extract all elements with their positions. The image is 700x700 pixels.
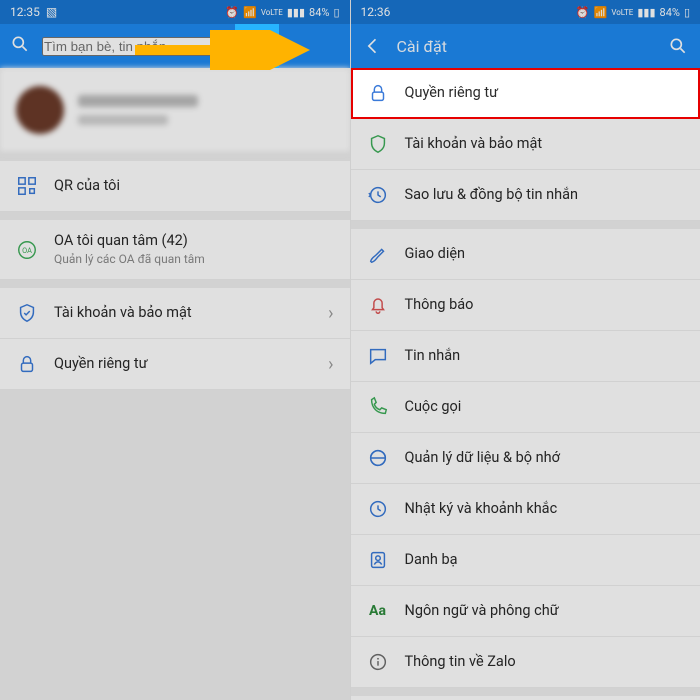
row-diary[interactable]: Nhật ký và khoảnh khắc: [351, 484, 700, 535]
row-data[interactable]: Quản lý dữ liệu & bộ nhớ: [351, 433, 700, 484]
phone-icon: [367, 396, 389, 418]
row-oa[interactable]: OA OA tôi quan tâm (42) Quản lý các OA đ…: [0, 220, 350, 280]
row-label: Tin nhắn: [405, 347, 685, 365]
brush-icon: [367, 243, 389, 265]
row-label: Tài khoản và bảo mật: [54, 304, 312, 322]
chevron-right-icon: ›: [328, 303, 333, 324]
qr-icon: [16, 175, 38, 197]
row-sublabel: Quản lý các OA đã quan tâm: [54, 252, 334, 267]
signal-icon: ▮▮▮: [637, 6, 655, 19]
row-label: OA tôi quan tâm (42): [54, 232, 334, 250]
volte-label: VoLTE: [261, 8, 283, 17]
font-icon: Aa: [367, 600, 389, 622]
row-label: Nhật ký và khoảnh khắc: [405, 500, 685, 518]
search-icon: [10, 34, 30, 58]
profile-name: [78, 95, 198, 107]
row-about[interactable]: Thông tin về Zalo: [351, 637, 700, 688]
row-label: Sao lưu & đồng bộ tin nhắn: [405, 186, 685, 204]
settings-button[interactable]: [235, 24, 279, 68]
row-privacy[interactable]: Quyền riêng tư: [351, 68, 700, 119]
page-title: Cài đặt: [397, 37, 655, 56]
row-notify[interactable]: Thông báo: [351, 280, 700, 331]
row-call[interactable]: Cuộc gọi: [351, 382, 700, 433]
status-time: 12:35: [10, 5, 40, 19]
status-time: 12:36: [361, 5, 391, 19]
shield-icon: [367, 133, 389, 155]
search-input[interactable]: [42, 37, 223, 56]
profile-sub: [78, 115, 168, 125]
row-label: QR của tôi: [54, 177, 334, 195]
signal-icon: ▮▮▮: [287, 6, 305, 19]
clock-icon: [367, 498, 389, 520]
battery-label: 84%: [309, 6, 329, 19]
data-icon: [367, 447, 389, 469]
right-pane: 12:36 ⏰ 📶 VoLTE ▮▮▮ 84% ▯ Cài đặt: [350, 0, 700, 700]
shield-icon: [16, 302, 38, 324]
row-label: Tài khoản và bảo mật: [405, 135, 685, 153]
svg-text:OA: OA: [22, 245, 32, 254]
settings-appbar: Cài đặt: [351, 24, 700, 68]
chevron-right-icon: ›: [328, 354, 333, 375]
contacts-icon: [367, 549, 389, 571]
row-label: Cuộc gọi: [405, 398, 685, 416]
row-label: Danh bạ: [405, 551, 685, 569]
screenshot-icon: ▧: [46, 5, 57, 19]
search-bar: [0, 24, 350, 68]
status-bar: 12:36 ⏰ 📶 VoLTE ▮▮▮ 84% ▯: [351, 0, 700, 24]
info-icon: [367, 651, 389, 673]
lock-icon: [367, 82, 389, 104]
battery-icon: ▯: [333, 6, 339, 19]
row-account[interactable]: Tài khoản và bảo mật: [351, 119, 700, 170]
battery-label: 84%: [660, 6, 680, 19]
backup-icon: [367, 184, 389, 206]
lock-icon: [16, 353, 38, 375]
row-label: Thông tin về Zalo: [405, 653, 685, 671]
row-account[interactable]: Tài khoản và bảo mật ›: [0, 288, 350, 339]
wifi-icon: 📶: [594, 6, 608, 19]
row-ui[interactable]: Giao diện: [351, 229, 700, 280]
row-label: Ngôn ngữ và phông chữ: [405, 602, 685, 620]
oa-icon: OA: [16, 239, 38, 261]
volte-label: VoLTE: [611, 8, 633, 17]
row-message[interactable]: Tin nhắn: [351, 331, 700, 382]
left-pane: 12:35 ▧ ⏰ 📶 VoLTE ▮▮▮ 84% ▯: [0, 0, 350, 700]
back-button[interactable]: [361, 34, 385, 58]
alarm-icon: ⏰: [225, 6, 239, 19]
row-label: Thông báo: [405, 296, 685, 314]
search-button[interactable]: [666, 34, 690, 58]
bell-icon: [367, 294, 389, 316]
row-switch[interactable]: Chuyển tài khoản: [351, 696, 700, 700]
row-privacy[interactable]: Quyền riêng tư ›: [0, 339, 350, 390]
row-backup[interactable]: Sao lưu & đồng bộ tin nhắn: [351, 170, 700, 221]
wifi-icon: 📶: [243, 6, 257, 19]
row-label: Quản lý dữ liệu & bộ nhớ: [405, 449, 685, 467]
row-contacts[interactable]: Danh bạ: [351, 535, 700, 586]
row-qr[interactable]: QR của tôi: [0, 161, 350, 212]
gear-icon: [246, 35, 268, 57]
avatar: [16, 86, 64, 134]
profile-card[interactable]: [0, 68, 350, 153]
alarm-icon: ⏰: [576, 6, 590, 19]
message-icon: [367, 345, 389, 367]
row-lang[interactable]: Aa Ngôn ngữ và phông chữ: [351, 586, 700, 637]
row-label: Quyền riêng tư: [405, 84, 685, 102]
status-bar: 12:35 ▧ ⏰ 📶 VoLTE ▮▮▮ 84% ▯: [0, 0, 350, 24]
battery-icon: ▯: [684, 6, 690, 19]
row-label: Giao diện: [405, 245, 685, 263]
row-label: Quyền riêng tư: [54, 355, 312, 373]
